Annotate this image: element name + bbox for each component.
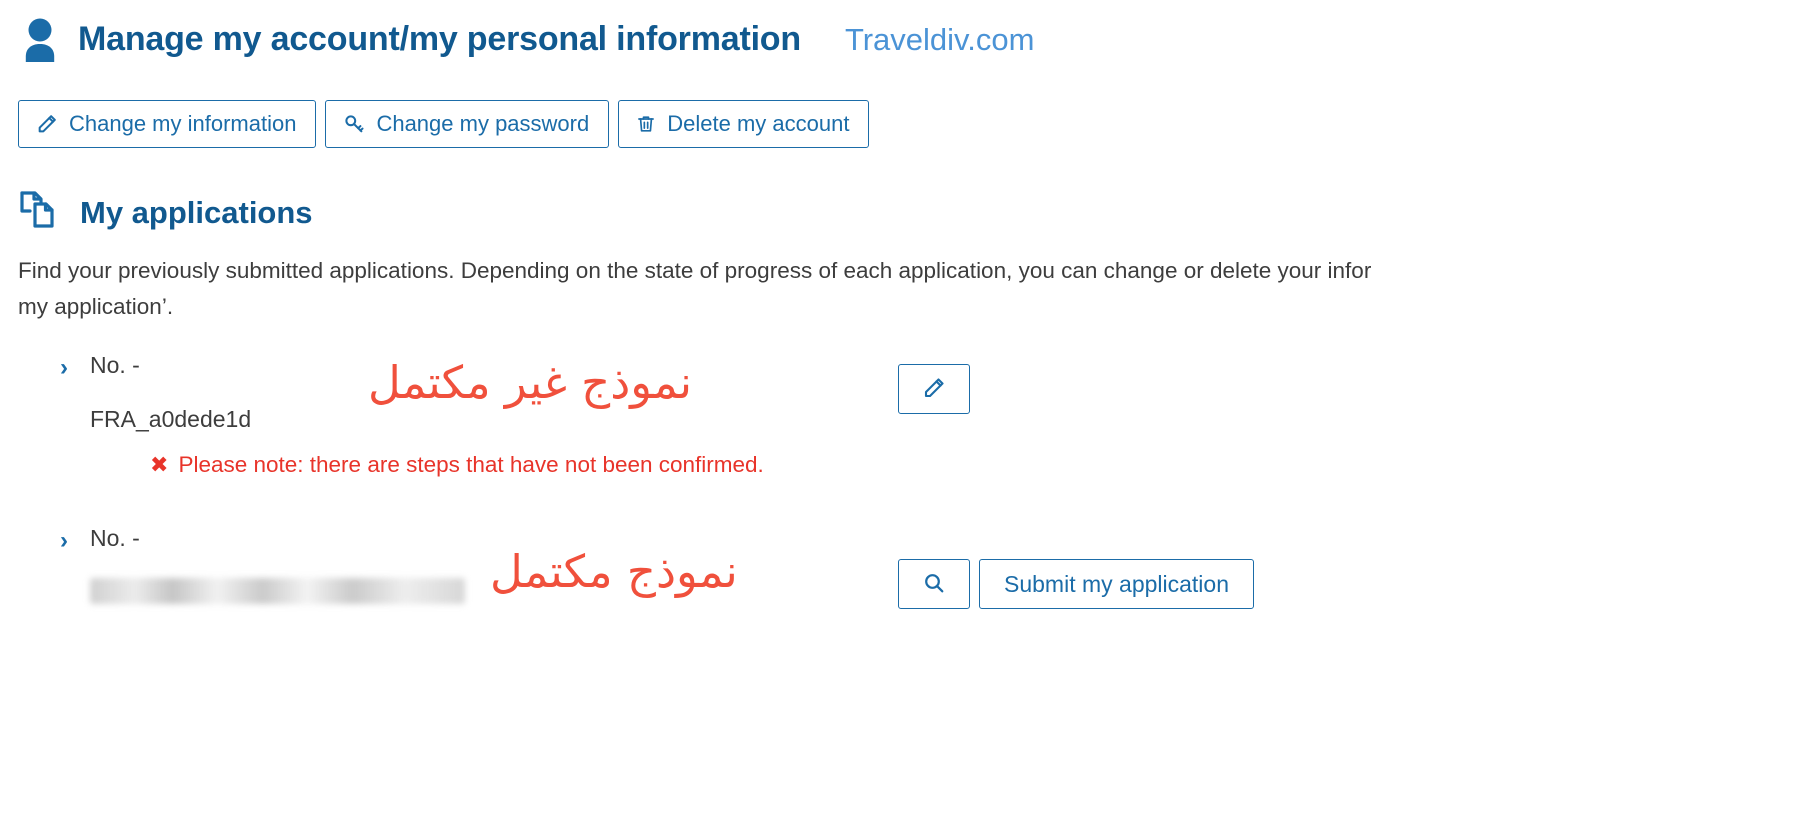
page-root: Manage my account/my personal informatio…	[0, 0, 1796, 826]
change-my-password-label: Change my password	[376, 111, 590, 136]
application-row-actions: Submit my application	[898, 559, 1254, 610]
applications-list: › No. - FRA_a0dede1d نموذج غير مكتمل ✖ P…	[0, 324, 1796, 610]
annotation-text: نموذج غير مكتمل	[368, 356, 693, 410]
change-my-password-button[interactable]: Change my password	[325, 100, 610, 149]
applications-section-title: My applications	[80, 194, 313, 230]
applications-section-description: Find your previously submitted applicati…	[0, 237, 1796, 324]
page-title: Manage my account/my personal informatio…	[78, 20, 801, 59]
application-reference-redacted	[90, 578, 465, 605]
application-row: › No. - FRA_a0dede1d نموذج غير مكتمل ✖ P…	[0, 350, 1796, 477]
error-cross-icon: ✖	[150, 452, 169, 478]
view-application-button[interactable]	[898, 559, 970, 610]
pencil-icon	[922, 376, 946, 403]
key-icon	[343, 113, 365, 135]
application-info: No. -	[60, 523, 510, 605]
application-alert-text: Please note: there are steps that have n…	[178, 452, 764, 478]
submit-my-application-button[interactable]: Submit my application	[979, 559, 1254, 610]
pencil-icon	[36, 113, 58, 135]
search-icon	[922, 571, 946, 598]
annotation-text: نموذج مكتمل	[490, 545, 738, 599]
account-actions-toolbar: Change my information Change my password	[0, 66, 1796, 149]
delete-my-account-label: Delete my account	[667, 111, 850, 136]
chevron-right-icon[interactable]: ›	[60, 356, 68, 380]
edit-application-button[interactable]	[898, 364, 970, 415]
brand-name: Traveldiv.com	[844, 22, 1035, 57]
page-header: Manage my account/my personal informatio…	[0, 0, 1796, 66]
chevron-right-icon[interactable]: ›	[60, 529, 68, 553]
change-my-information-button[interactable]: Change my information	[18, 100, 317, 149]
application-alert: ✖ Please note: there are steps that have…	[150, 452, 764, 478]
user-icon	[18, 14, 62, 66]
change-my-information-label: Change my information	[69, 111, 297, 136]
trash-icon	[636, 113, 656, 135]
application-row-actions	[898, 364, 970, 415]
delete-my-account-button[interactable]: Delete my account	[618, 100, 870, 149]
application-number: No. -	[90, 525, 140, 552]
copy-documents-icon	[18, 188, 62, 237]
applications-section-header: My applications	[0, 148, 1796, 237]
application-row: › No. - نموذج مكتمل Submit my applicatio…	[0, 523, 1796, 610]
description-line-2: my application’.	[18, 293, 174, 319]
description-line-1: Find your previously submitted applicati…	[18, 258, 1372, 284]
application-reference: FRA_a0dede1d	[90, 406, 252, 433]
